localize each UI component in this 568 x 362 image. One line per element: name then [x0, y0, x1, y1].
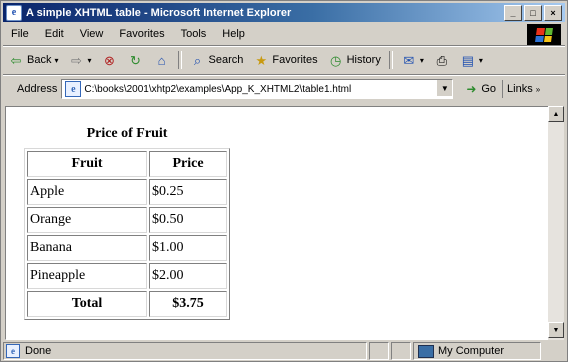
- menu-help[interactable]: Help: [214, 28, 253, 40]
- status-panel-empty: [369, 342, 389, 360]
- history-button[interactable]: ◷ History: [323, 49, 386, 71]
- go-label: Go: [481, 83, 497, 95]
- toolbar-separator: [388, 51, 393, 69]
- browser-window: e A simple XHTML table - Microsoft Inter…: [0, 0, 568, 362]
- home-button[interactable]: ⌂: [149, 49, 175, 71]
- chevron-right-icon: »: [535, 84, 541, 94]
- stop-icon: ⊗: [104, 52, 115, 68]
- go-arrow-icon: ➜: [466, 82, 477, 96]
- back-button[interactable]: ⇦ Back ▾: [3, 49, 63, 71]
- fruit-price-table: Fruit Price Apple $0.25 Orange $0.50 Ban…: [24, 148, 230, 320]
- title-bar[interactable]: e A simple XHTML table - Microsoft Inter…: [3, 3, 565, 22]
- menu-view[interactable]: View: [72, 28, 112, 40]
- page-icon: e: [6, 344, 20, 358]
- edit-button[interactable]: ▤ ▾: [455, 49, 488, 71]
- address-url[interactable]: C:\books\2001\xhtp2\examples\App_K_XHTML…: [84, 84, 351, 95]
- table-row: Banana $1.00: [27, 235, 227, 261]
- window-title: A simple XHTML table - Microsoft Interne…: [26, 6, 292, 19]
- windows-flag-icon: [535, 28, 553, 42]
- table-footer-row: Total $3.75: [27, 291, 227, 317]
- page-icon: e: [65, 81, 82, 97]
- home-icon: ⌂: [157, 52, 166, 68]
- status-panel-empty: [391, 342, 411, 360]
- header-fruit: Fruit: [27, 151, 147, 177]
- edit-icon: ▤: [461, 52, 474, 68]
- stop-button[interactable]: ⊗: [97, 49, 123, 71]
- table-row: Orange $0.50: [27, 207, 227, 233]
- favorites-label: Favorites: [272, 54, 318, 66]
- table-row: Pineapple $2.00: [27, 263, 227, 289]
- search-label: Search: [208, 54, 244, 66]
- favorites-icon: ★: [255, 52, 268, 68]
- table-header-row: Fruit Price: [27, 151, 227, 177]
- price-cell: $2.00: [149, 263, 227, 289]
- scroll-up-button[interactable]: ▲: [548, 106, 564, 122]
- refresh-button[interactable]: ↻: [123, 49, 149, 71]
- links-button[interactable]: Links »: [502, 80, 544, 98]
- zone-label: My Computer: [438, 345, 505, 357]
- print-button[interactable]: ⎙: [429, 49, 455, 71]
- status-bar: e Done My Computer: [3, 342, 565, 360]
- address-input[interactable]: e C:\books\2001\xhtp2\examples\App_K_XHT…: [61, 79, 454, 99]
- page-content: Price of Fruit Fruit Price Apple $0.25 O…: [5, 106, 549, 340]
- status-text-panel: e Done: [3, 342, 367, 360]
- windows-logo-throbber: [527, 24, 561, 46]
- total-value: $3.75: [149, 291, 227, 317]
- ie-logo-icon: e: [6, 4, 22, 21]
- minimize-button[interactable]: _: [504, 5, 522, 21]
- table-caption: Price of Fruit: [86, 126, 168, 141]
- computer-icon: [418, 344, 434, 358]
- go-button[interactable]: ➜ Go: [453, 81, 502, 97]
- back-label: Back: [27, 54, 52, 66]
- standard-toolbar: ⇦ Back ▾ ⇨ ▾ ⊗ ↻ ⌂ ⌕ Search ★ Favorites …: [3, 48, 543, 72]
- forward-arrow-icon: ⇨: [71, 52, 82, 68]
- total-label: Total: [27, 291, 147, 317]
- fruit-cell: Pineapple: [27, 263, 147, 289]
- chevron-down-icon: ▾: [87, 55, 92, 65]
- table-row: Apple $0.25: [27, 179, 227, 205]
- menu-tools[interactable]: Tools: [173, 28, 215, 40]
- forward-button[interactable]: ⇨ ▾: [63, 49, 96, 71]
- security-zone-panel: My Computer: [413, 342, 541, 360]
- toolbar-separator: [177, 51, 182, 69]
- window-controls: _ □ ×: [504, 5, 562, 21]
- mail-button[interactable]: ✉ ▾: [396, 49, 429, 71]
- maximize-button[interactable]: □: [524, 5, 542, 21]
- menu-edit[interactable]: Edit: [37, 28, 72, 40]
- fruit-cell: Banana: [27, 235, 147, 261]
- menu-bar: File Edit View Favorites Tools Help: [3, 24, 513, 43]
- vertical-scrollbar[interactable]: ▲ ▼: [548, 106, 564, 340]
- search-icon: ⌕: [193, 52, 202, 68]
- menu-favorites[interactable]: Favorites: [111, 28, 172, 40]
- links-label: Links: [507, 83, 533, 95]
- refresh-icon: ↻: [130, 52, 141, 68]
- scroll-down-button[interactable]: ▼: [548, 322, 564, 338]
- menu-file[interactable]: File: [3, 28, 37, 40]
- chevron-down-icon: ▾: [419, 55, 424, 65]
- chevron-down-icon: ▾: [54, 55, 59, 65]
- fruit-cell: Orange: [27, 207, 147, 233]
- fruit-cell: Apple: [27, 179, 147, 205]
- history-label: History: [346, 54, 381, 66]
- address-dropdown-button[interactable]: ▼: [436, 80, 453, 96]
- chevron-down-icon: ▾: [478, 55, 483, 65]
- price-cell: $1.00: [149, 235, 227, 261]
- address-label: Address: [17, 83, 58, 95]
- favorites-button[interactable]: ★ Favorites: [248, 49, 322, 71]
- toolbar-separator-line: [3, 74, 565, 76]
- menu-separator: [3, 45, 565, 47]
- header-price: Price: [149, 151, 227, 177]
- history-icon: ◷: [329, 52, 342, 68]
- print-icon: ⎙: [436, 52, 448, 68]
- address-bar: Address e C:\books\2001\xhtp2\examples\A…: [3, 77, 565, 101]
- price-cell: $0.25: [149, 179, 227, 205]
- price-cell: $0.50: [149, 207, 227, 233]
- status-text: Done: [25, 345, 52, 357]
- close-button[interactable]: ×: [544, 5, 562, 21]
- mail-icon: ✉: [403, 52, 415, 68]
- search-button[interactable]: ⌕ Search: [185, 49, 249, 71]
- back-arrow-icon: ⇦: [10, 52, 22, 68]
- fruit-table-container: Price of Fruit Fruit Price Apple $0.25 O…: [24, 126, 230, 320]
